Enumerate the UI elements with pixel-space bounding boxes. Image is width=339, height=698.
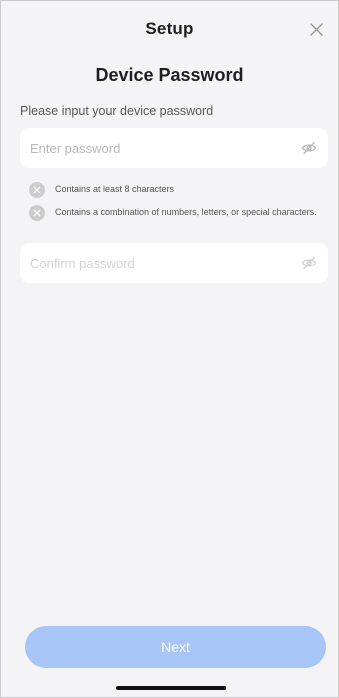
password-rules: Contains at least 8 characters Contains … [29,181,328,221]
phone-screen: Setup Device Password Please input your … [0,0,339,698]
password-instruction: Please input your device password [20,104,214,118]
eye-slash-icon [301,256,317,270]
confirm-visibility-toggle[interactable] [300,254,318,272]
confirm-password-input[interactable] [30,255,300,271]
page-title: Device Password [95,65,244,85]
home-indicator[interactable] [116,686,226,690]
password-field [20,128,328,168]
close-icon [309,22,323,36]
close-button[interactable] [306,19,326,39]
rule-min-length: Contains at least 8 characters [29,181,328,198]
eye-slash-icon [301,141,317,155]
header-title: Setup [145,19,194,38]
password-input[interactable] [30,140,300,156]
password-visibility-toggle[interactable] [300,139,318,157]
header: Setup [1,1,338,57]
rule-text: Contains a combination of numbers, lette… [55,207,317,217]
confirm-password-field [20,243,328,283]
rule-text: Contains at least 8 characters [55,184,175,194]
next-button[interactable]: Next [25,626,326,668]
x-circle-icon [29,205,45,221]
x-circle-icon [29,182,45,198]
rule-combination: Contains a combination of numbers, lette… [29,204,328,221]
